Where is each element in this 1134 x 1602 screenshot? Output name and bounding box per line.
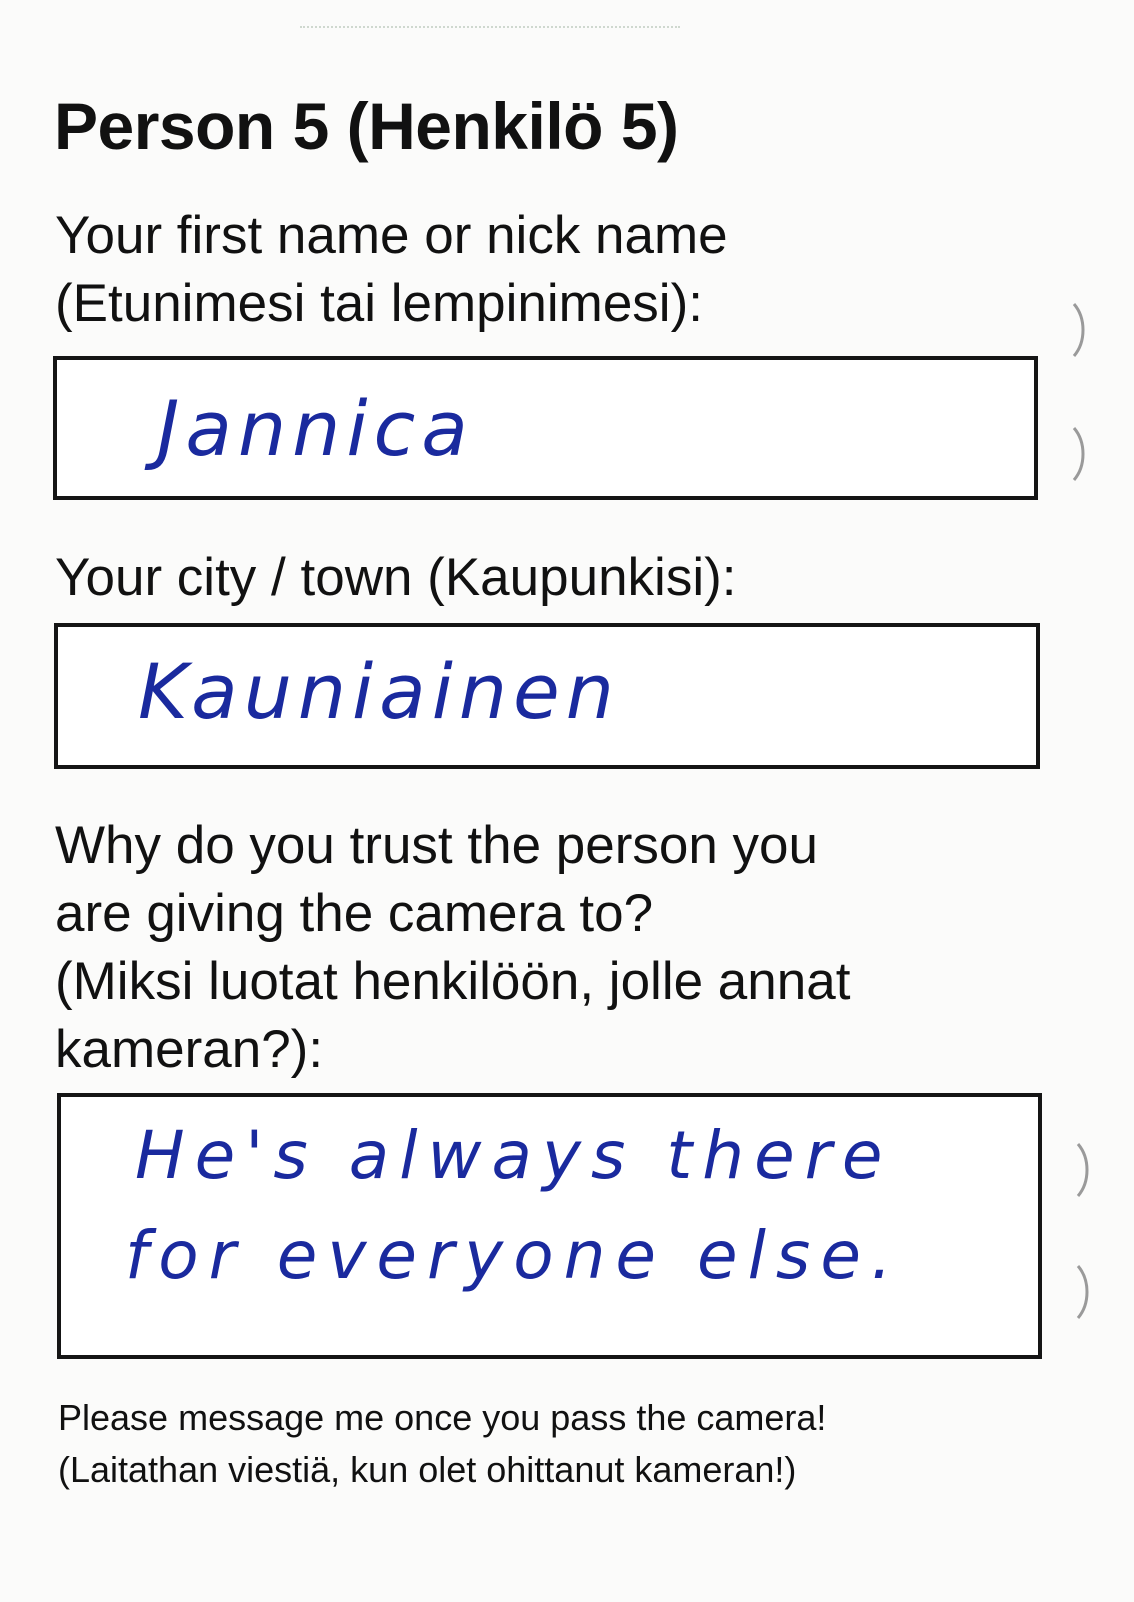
page-title: Person 5 (Henkilö 5)	[54, 89, 679, 163]
trust-handwritten-line-1: He's always there	[135, 1117, 893, 1194]
name-label-finnish: (Etunimesi tai lempinimesi):	[55, 274, 703, 333]
binding-mark-2	[1072, 427, 1085, 481]
city-label-text: Your city / town (Kaupunkisi):	[55, 548, 737, 607]
city-handwritten-value: Kauniainen	[138, 647, 620, 736]
footer-note-english: Please message me once you pass the came…	[58, 1397, 827, 1438]
binding-mark-3	[1076, 1143, 1089, 1197]
trust-label-line-4: kameran?):	[55, 1020, 324, 1079]
trust-label-line-3: (Miksi luotat henkilöön, jolle annat	[55, 952, 851, 1011]
name-handwritten-value: Jannica	[157, 384, 474, 473]
name-field-label: Your first name or nick name (Etunimesi …	[55, 202, 728, 338]
trust-label-line-2: are giving the camera to?	[55, 884, 654, 943]
city-field-label: Your city / town (Kaupunkisi):	[55, 544, 736, 612]
trust-handwritten-line-2: for everyone else.	[125, 1217, 902, 1294]
top-divider	[300, 26, 680, 28]
binding-mark-1	[1072, 303, 1085, 357]
trust-field[interactable]: He's always there for everyone else.	[57, 1093, 1042, 1359]
trust-label-line-1: Why do you trust the person you	[55, 816, 819, 875]
footer-note: Please message me once you pass the came…	[58, 1392, 826, 1496]
trust-field-label: Why do you trust the person you are givi…	[55, 812, 850, 1084]
city-field[interactable]: Kauniainen	[54, 623, 1040, 769]
name-label-english: Your first name or nick name	[55, 206, 728, 265]
name-field[interactable]: Jannica	[53, 356, 1038, 500]
footer-note-finnish: (Laitathan viestiä, kun olet ohittanut k…	[58, 1449, 797, 1490]
binding-mark-4	[1076, 1265, 1089, 1319]
form-page: Person 5 (Henkilö 5) Your first name or …	[0, 0, 1134, 1602]
